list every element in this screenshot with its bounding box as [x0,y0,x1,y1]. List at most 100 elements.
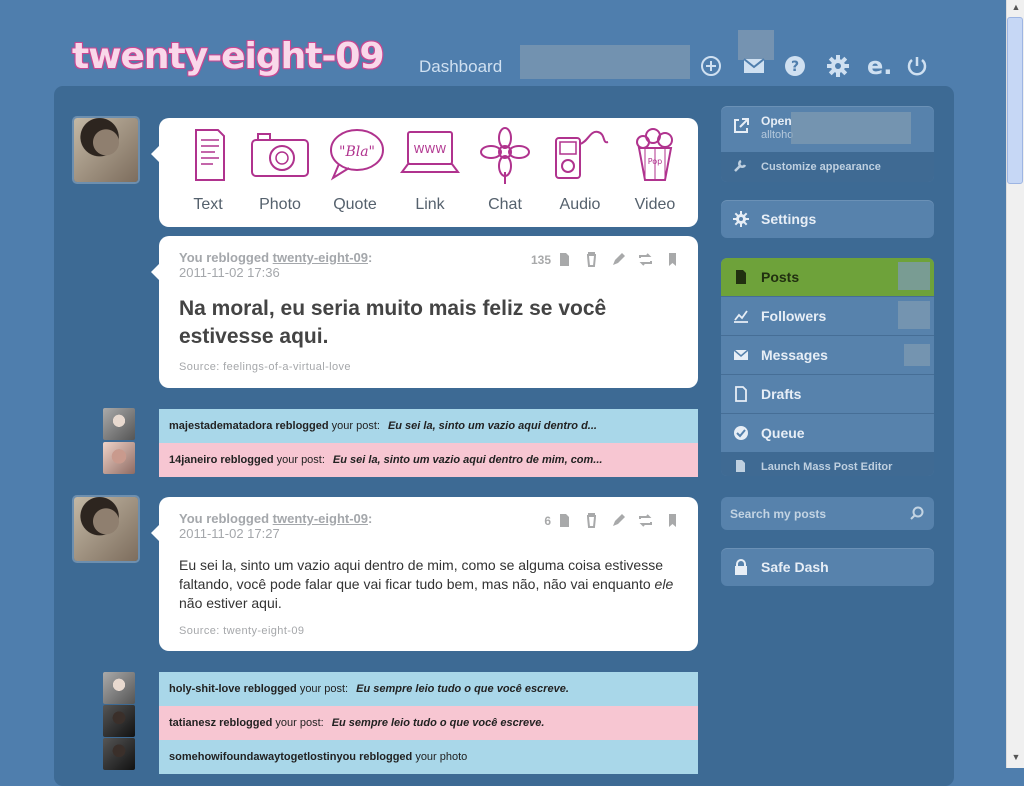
reblog-icon[interactable] [638,252,653,267]
nav-drafts[interactable]: Drafts [721,374,934,413]
note-user[interactable]: holy-shit-love [169,683,241,695]
notes-count[interactable]: 135 [531,253,551,267]
edit-pencil-icon[interactable] [611,513,626,528]
notes-count[interactable]: 6 [544,514,551,528]
svg-text:e.: e. [867,54,892,78]
laptop-icon: WWW [400,131,460,173]
safe-dash-box: Safe Dash [721,548,934,586]
post-type-photo[interactable]: Photo [244,124,316,224]
trash-icon[interactable] [584,252,599,267]
post-type-chat-label: Chat [488,196,522,213]
blog-open-box: Open alltoho Customize appearance [721,106,934,182]
mass-post-editor-link[interactable]: Launch Mass Post Editor [721,452,934,476]
user-avatar[interactable] [74,497,138,561]
pages-icon [736,460,745,472]
scroll-up-arrow[interactable]: ▲ [1010,2,1022,16]
note-user[interactable]: majestadematadora [169,420,272,432]
header-search-field[interactable] [520,45,690,79]
inbox-icon[interactable] [739,52,769,80]
page-scrollbar[interactable]: ▲ ▼ [1006,0,1024,768]
post-type-chat[interactable]: Chat [469,124,541,224]
popcorn-icon: Pop [636,128,673,181]
customize-appearance-link[interactable]: Customize appearance [721,152,934,182]
svg-text:"Bla": "Bla" [339,144,375,160]
note-avatar[interactable] [103,442,135,474]
note-avatar[interactable] [103,738,135,770]
user-avatar[interactable] [74,118,138,182]
note-quote: Eu sei la, sinto um vazio aqui dentro d.… [387,420,597,432]
new-post-icon[interactable] [696,52,726,80]
wrench-icon [734,159,747,172]
post-author-link[interactable]: twenty-eight-09 [273,250,368,265]
chart-line-icon [734,310,748,323]
settings-icon[interactable] [823,52,853,80]
note-avatar[interactable] [103,408,135,440]
dashboard-link[interactable]: Dashboard [419,57,502,77]
note-user[interactable]: 14janeiro [169,454,217,466]
note-avatar[interactable] [103,672,135,704]
nav-posts[interactable]: Posts [721,258,934,296]
notes-icon[interactable] [557,513,572,528]
bookmark-icon[interactable] [665,513,680,528]
safe-dash-toggle[interactable]: Safe Dash [721,548,934,586]
lock-icon [735,559,747,575]
flower-icon [480,127,530,184]
post-type-text[interactable]: Text [172,124,244,224]
note-quote: Eu sempre leio tudo o que você escreve. [331,717,545,729]
note-row[interactable]: majestadematadora reblogged your post: Eu… [159,409,698,443]
post-timestamp[interactable]: 2011-11-02 17:27 [179,526,372,541]
post-type-link[interactable]: WWW Link [394,124,466,224]
safe-dash-label: Safe Dash [761,559,829,575]
notes-list: majestadematadora reblogged your post: Eu… [159,409,698,477]
extension-e-icon[interactable]: e. [864,52,894,80]
svg-text:WWW: WWW [414,143,447,156]
notes-list: holy-shit-love reblogged your post: Eu se… [159,672,698,774]
mass-editor-label: Launch Mass Post Editor [761,461,893,473]
scroll-down-arrow[interactable]: ▼ [1010,752,1022,766]
logout-icon[interactable] [902,52,932,80]
open-blog-link[interactable]: Open alltoho [721,106,934,152]
trash-icon[interactable] [584,513,599,528]
music-player-icon [555,130,609,179]
post-actions: 135 [531,252,680,267]
note-user[interactable]: tatianesz [169,717,216,729]
reblog-icon[interactable] [638,513,653,528]
note-avatar[interactable] [103,705,135,737]
meta-colon: : [368,511,373,526]
blog-logo[interactable]: twenty-eight-09 [72,36,385,77]
post-type-video[interactable]: Pop Video [619,124,691,224]
post-type-audio[interactable]: Audio [544,124,616,224]
search-icon[interactable] [910,506,924,520]
camera-icon [251,133,309,177]
post-type-link-label: Link [415,196,445,213]
edit-pencil-icon[interactable] [611,252,626,267]
post-type-photo-label: Photo [259,196,301,213]
note-text: your post: [299,683,349,695]
note-row[interactable]: somehowifoundawaytogetlostinyou reblogge… [159,740,698,774]
post-source[interactable]: Source: twenty-eight-09 [179,625,304,637]
help-icon[interactable]: ? [780,52,810,80]
settings-link[interactable]: Settings [721,200,934,238]
nav-followers[interactable]: Followers [721,296,934,335]
svg-text:?: ? [791,59,799,75]
nav-drafts-label: Drafts [761,386,802,402]
settings-label: Settings [761,211,817,227]
nav-queue[interactable]: Queue [721,413,934,452]
note-row[interactable]: 14janeiro reblogged your post: Eu sei la,… [159,443,698,477]
post-body: Eu sei la, sinto um vazio aqui dentro de… [179,556,674,613]
post-source[interactable]: Source: feelings-of-a-virtual-love [179,361,351,373]
note-text: your photo [415,751,468,763]
nav-messages[interactable]: Messages [721,335,934,374]
scroll-thumb[interactable] [1007,17,1023,184]
post-timestamp[interactable]: 2011-11-02 17:36 [179,265,372,280]
post-author-link[interactable]: twenty-eight-09 [273,511,368,526]
post-type-quote[interactable]: "Bla" Quote [319,124,391,224]
note-row[interactable]: tatianesz reblogged your post: Eu sempre … [159,706,698,740]
notes-icon[interactable] [557,252,572,267]
note-user[interactable]: somehowifoundawaytogetlostinyou [169,751,356,763]
post-type-text-label: Text [193,196,223,213]
bookmark-icon[interactable] [665,252,680,267]
note-verb: reblogged [220,454,274,466]
note-row[interactable]: holy-shit-love reblogged your post: Eu se… [159,672,698,706]
search-my-posts-input[interactable]: Search my posts [721,497,934,530]
